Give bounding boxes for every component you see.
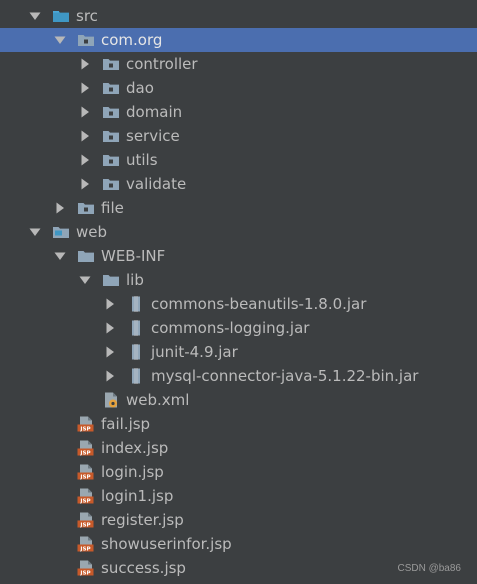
chevron-right-icon[interactable] — [103, 292, 117, 316]
chevron-right-icon[interactable] — [78, 100, 92, 124]
project-tree: src com.org controller dao domain servic… — [0, 4, 477, 580]
jsp-file-icon: JSP — [77, 416, 95, 432]
tree-row-label: src — [76, 7, 98, 25]
chevron-right-icon[interactable] — [103, 316, 117, 340]
tree-row-label: validate — [126, 175, 187, 193]
svg-text:JSP: JSP — [79, 426, 90, 432]
tree-row[interactable]: dao — [0, 76, 477, 100]
package-icon — [102, 152, 120, 168]
jar-icon — [127, 320, 145, 336]
folder-web-icon — [52, 224, 70, 240]
svg-text:JSP: JSP — [79, 474, 90, 480]
tree-row[interactable]: utils — [0, 148, 477, 172]
jsp-file-icon: JSP — [77, 536, 95, 552]
tree-row[interactable]: mysql-connector-java-5.1.22-bin.jar — [0, 364, 477, 388]
tree-row[interactable]: JSP fail.jsp — [0, 412, 477, 436]
chevron-down-icon[interactable] — [53, 28, 67, 52]
package-icon — [102, 80, 120, 96]
tree-row[interactable]: commons-beanutils-1.8.0.jar — [0, 292, 477, 316]
chevron-right-icon[interactable] — [103, 340, 117, 364]
tree-row-label: web.xml — [126, 391, 190, 409]
package-icon — [102, 176, 120, 192]
tree-row[interactable]: domain — [0, 100, 477, 124]
tree-row-label: web — [76, 223, 108, 241]
tree-row-label: login.jsp — [101, 463, 164, 481]
tree-row-label: success.jsp — [101, 559, 186, 577]
tree-row[interactable]: src — [0, 4, 477, 28]
tree-row[interactable]: controller — [0, 52, 477, 76]
chevron-right-icon[interactable] — [78, 172, 92, 196]
chevron-down-icon[interactable] — [28, 4, 42, 28]
chevron-right-icon[interactable] — [78, 52, 92, 76]
chevron-right-icon[interactable] — [78, 76, 92, 100]
package-icon — [102, 104, 120, 120]
tree-row[interactable]: validate — [0, 172, 477, 196]
tree-row[interactable]: WEB-INF — [0, 244, 477, 268]
tree-row-label: WEB-INF — [101, 247, 166, 265]
tree-row-label: index.jsp — [101, 439, 169, 457]
tree-row-label: mysql-connector-java-5.1.22-bin.jar — [151, 367, 419, 385]
jsp-file-icon: JSP — [77, 488, 95, 504]
svg-text:JSP: JSP — [79, 546, 90, 552]
tree-row[interactable]: JSP index.jsp — [0, 436, 477, 460]
tree-row-label: lib — [126, 271, 144, 289]
chevron-down-icon[interactable] — [53, 244, 67, 268]
tree-row[interactable]: JSP login.jsp — [0, 460, 477, 484]
tree-row[interactable]: service — [0, 124, 477, 148]
watermark: CSDN @ba86 — [397, 563, 461, 574]
tree-row[interactable]: web.xml — [0, 388, 477, 412]
folder-icon — [102, 272, 120, 288]
jsp-file-icon: JSP — [77, 440, 95, 456]
jsp-file-icon: JSP — [77, 560, 95, 576]
folder-source-icon — [52, 8, 70, 24]
tree-row[interactable]: JSP register.jsp — [0, 508, 477, 532]
jar-icon — [127, 344, 145, 360]
tree-row[interactable]: JSP login1.jsp — [0, 484, 477, 508]
xml-file-icon — [102, 392, 120, 408]
svg-text:JSP: JSP — [79, 522, 90, 528]
tree-row-label: com.org — [101, 31, 163, 49]
tree-row-label: register.jsp — [101, 511, 184, 529]
tree-row-label: commons-logging.jar — [151, 319, 310, 337]
tree-row-label: domain — [126, 103, 183, 121]
chevron-right-icon[interactable] — [78, 148, 92, 172]
tree-row[interactable]: junit-4.9.jar — [0, 340, 477, 364]
tree-row-label: fail.jsp — [101, 415, 151, 433]
chevron-down-icon[interactable] — [78, 268, 92, 292]
tree-row[interactable]: web — [0, 220, 477, 244]
tree-row[interactable]: commons-logging.jar — [0, 316, 477, 340]
chevron-down-icon[interactable] — [28, 220, 42, 244]
tree-row-label: showuserinfor.jsp — [101, 535, 232, 553]
package-icon — [102, 128, 120, 144]
tree-row-label: dao — [126, 79, 154, 97]
jar-icon — [127, 368, 145, 384]
package-icon — [77, 200, 95, 216]
jar-icon — [127, 296, 145, 312]
tree-row-label: utils — [126, 151, 158, 169]
chevron-right-icon[interactable] — [103, 364, 117, 388]
tree-row[interactable]: com.org — [0, 28, 477, 52]
svg-text:JSP: JSP — [79, 450, 90, 456]
tree-row-label: file — [101, 199, 124, 217]
tree-row-label: junit-4.9.jar — [151, 343, 238, 361]
svg-text:JSP: JSP — [79, 570, 90, 576]
tree-row[interactable]: file — [0, 196, 477, 220]
chevron-right-icon[interactable] — [78, 124, 92, 148]
tree-row[interactable]: JSP showuserinfor.jsp — [0, 532, 477, 556]
tree-row-label: login1.jsp — [101, 487, 174, 505]
jsp-file-icon: JSP — [77, 512, 95, 528]
tree-row[interactable]: lib — [0, 268, 477, 292]
tree-row-label: service — [126, 127, 180, 145]
tree-row-label: commons-beanutils-1.8.0.jar — [151, 295, 367, 313]
jsp-file-icon: JSP — [77, 464, 95, 480]
package-icon — [102, 56, 120, 72]
tree-row-label: controller — [126, 55, 198, 73]
folder-icon — [77, 248, 95, 264]
chevron-right-icon[interactable] — [53, 196, 67, 220]
package-icon — [77, 32, 95, 48]
svg-text:JSP: JSP — [79, 498, 90, 504]
